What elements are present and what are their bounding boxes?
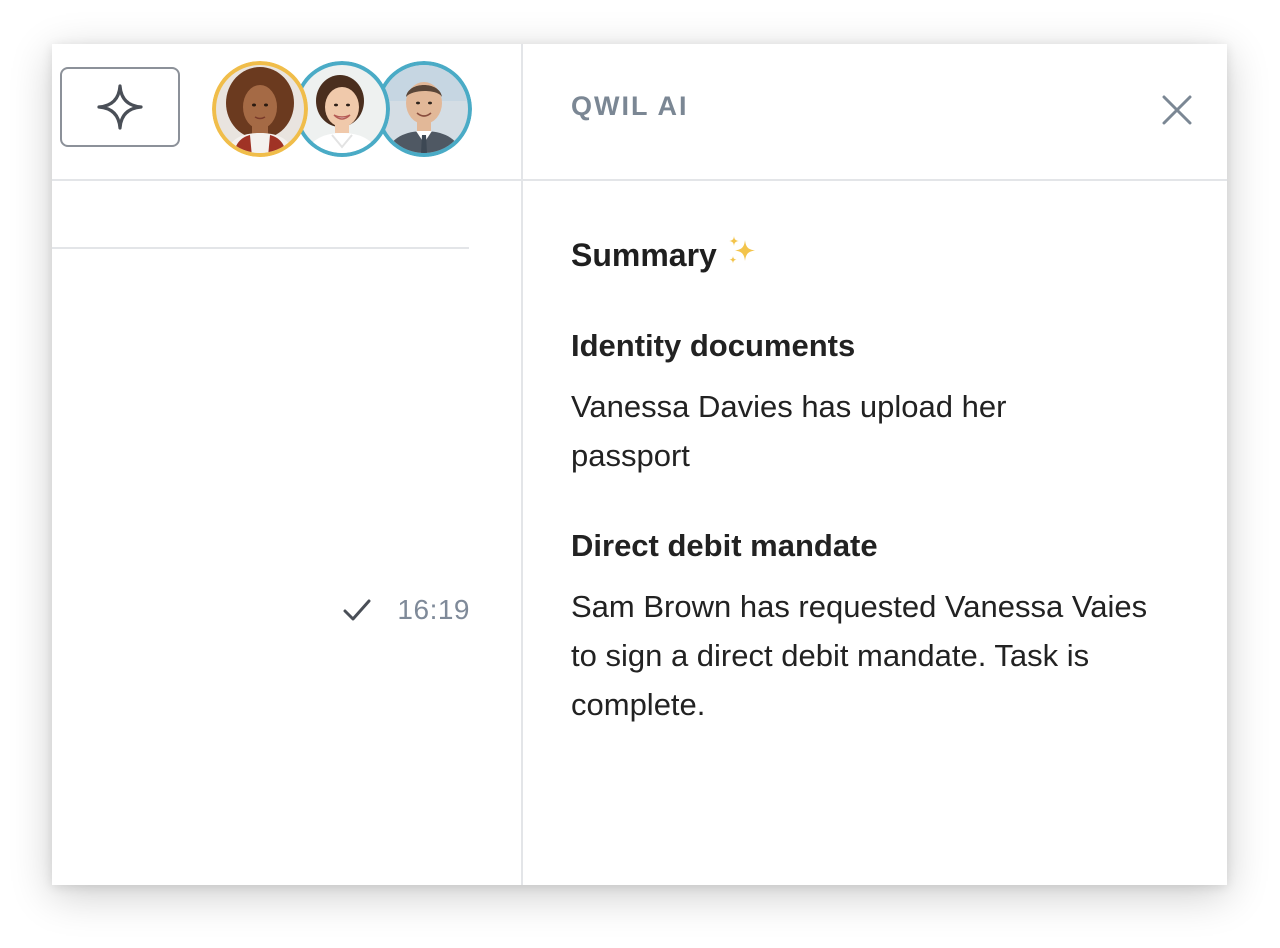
section-body-identity-documents: Vanessa Davies has upload her passport — [571, 389, 1007, 473]
message-timestamp: 16:19 — [397, 594, 470, 625]
avatar-man-suit[interactable] — [376, 61, 472, 157]
app-window: 16:19 QWIL AI Summary Identity documents… — [52, 44, 1227, 885]
conversation-pane: 16:19 — [52, 44, 523, 885]
summary-heading: Summary — [571, 234, 1171, 276]
ai-panel: QWIL AI Summary Identity documents Vanes… — [523, 44, 1227, 885]
close-icon — [1162, 95, 1192, 125]
ai-summary-button[interactable] — [60, 67, 180, 147]
summary-content: Summary Identity documents Vanessa Davie… — [571, 234, 1171, 777]
sparkles-icon — [725, 234, 759, 276]
avatar-woman-curly-hair[interactable] — [212, 61, 308, 157]
sparkle-icon — [97, 84, 143, 130]
conversation-header — [52, 44, 521, 181]
message-status: 16:19 — [342, 592, 470, 628]
panel-title: QWIL AI — [571, 91, 689, 121]
summary-title: Summary — [571, 236, 717, 273]
avatar-woman-smiling[interactable] — [294, 61, 390, 157]
divider — [52, 247, 469, 249]
close-button[interactable] — [1155, 88, 1199, 132]
ai-panel-header: QWIL AI — [523, 44, 1227, 181]
section-title-direct-debit-mandate: Direct debit mandate — [571, 528, 878, 563]
participants-avatars[interactable] — [212, 61, 472, 157]
section-body-direct-debit-mandate: Sam Brown has requested Vanessa Vaies to… — [571, 589, 1148, 722]
screen: 16:19 QWIL AI Summary Identity documents… — [0, 0, 1280, 948]
section-title-identity-documents: Identity documents — [571, 328, 856, 363]
checkmark-icon — [343, 599, 371, 621]
